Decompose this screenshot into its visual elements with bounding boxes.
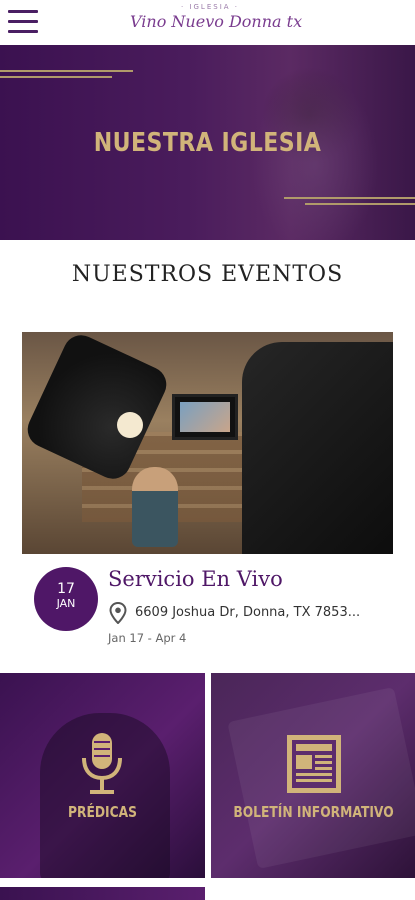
church-logo[interactable]: · IGLESIA · Vino Nuevo Donna tx [130, 3, 303, 41]
hero-decor-line [0, 70, 133, 72]
event-dates: Jan 17 - Apr 4 [108, 631, 187, 645]
event-card[interactable]: 17 JAN Servicio En Vivo 6609 Joshua Dr, … [22, 332, 393, 657]
microphone-icon [82, 733, 122, 794]
hero-decor-line [284, 197, 415, 199]
logo-top-text: · IGLESIA · [180, 3, 239, 11]
tile-predicas[interactable]: PRÉDICAS [0, 673, 205, 878]
interviewee-figure [132, 467, 178, 547]
next-tile-peek[interactable] [0, 887, 205, 900]
app-bar: · IGLESIA · Vino Nuevo Donna tx [0, 0, 415, 45]
event-day: 17 [57, 581, 75, 597]
tile-label-predicas: PRÉDICAS [67, 803, 138, 821]
hamburger-menu-icon[interactable] [8, 10, 38, 34]
event-address: 6609 Joshua Dr, Donna, TX 7853... [135, 605, 361, 620]
monitor-screen [180, 402, 230, 432]
event-image [22, 332, 393, 554]
logo-main-text: Vino Nuevo Donna tx [130, 12, 303, 31]
next-tile-peek-right [211, 887, 415, 900]
hero-decor-line [0, 76, 112, 78]
camera-monitor [172, 394, 238, 440]
event-month: JAN [56, 597, 76, 610]
events-section-title: NUESTROS EVENTOS [71, 262, 344, 287]
hero-decor-line [305, 203, 415, 205]
video-camera [242, 342, 393, 554]
event-date-badge: 17 JAN [34, 567, 98, 631]
hero-banner: NUESTRA IGLESIA [0, 45, 415, 240]
tile-label-boletin: BOLETÍN INFORMATIVO [233, 803, 394, 821]
location-pin-icon [109, 602, 127, 624]
newspaper-icon [287, 735, 341, 793]
hero-title: NUESTRA IGLESIA [93, 128, 322, 158]
lamp-glow [117, 412, 143, 438]
event-title: Servicio En Vivo [108, 567, 283, 591]
tile-boletin[interactable]: BOLETÍN INFORMATIVO [211, 673, 415, 878]
